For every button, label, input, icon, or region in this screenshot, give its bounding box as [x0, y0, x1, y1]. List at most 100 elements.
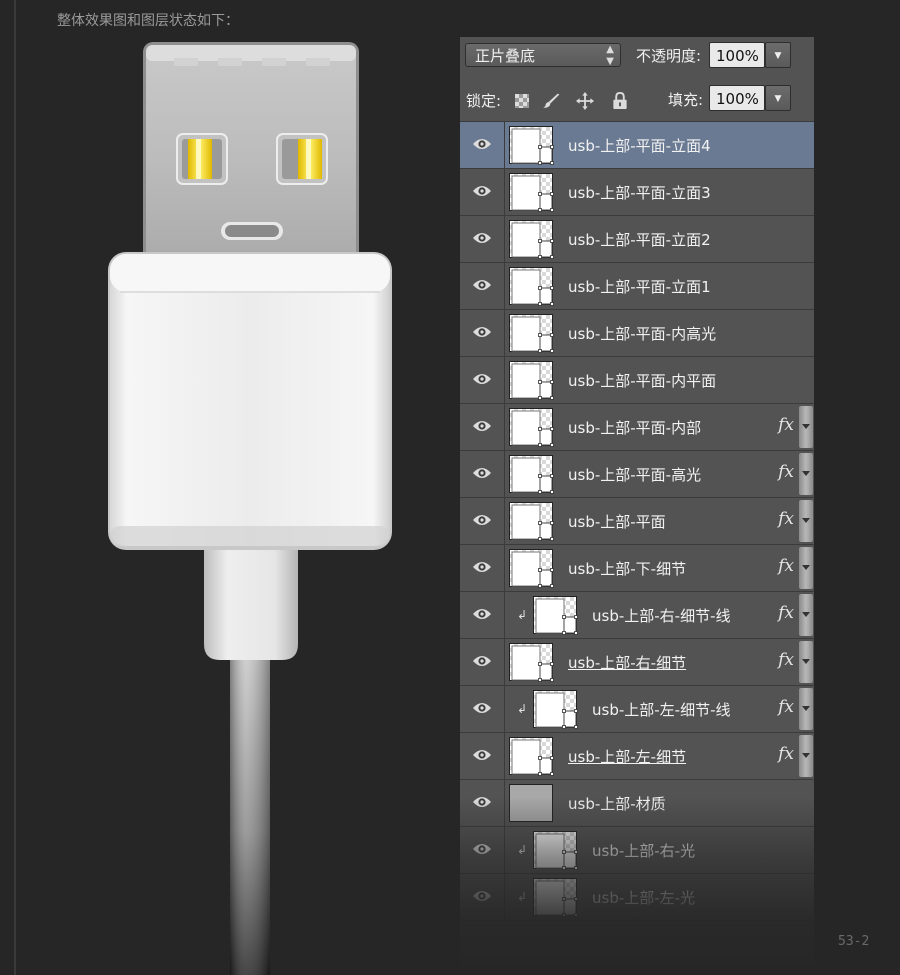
layer-thumbnail: [509, 173, 554, 212]
layer-row[interactable]: usb-上部-材质: [460, 780, 814, 827]
layer-thumbnail: [509, 455, 554, 494]
layer-name: usb-上部-平面-高光: [568, 466, 702, 484]
layer-name: usb-上部-平面-立面1: [568, 278, 711, 296]
visibility-toggle[interactable]: [460, 498, 505, 544]
fill-field[interactable]: 100%: [709, 85, 765, 111]
fx-icon[interactable]: fx: [778, 556, 794, 576]
visibility-toggle[interactable]: [460, 169, 505, 215]
opacity-field[interactable]: 100%: [709, 42, 765, 68]
effects-expand-toggle[interactable]: [799, 406, 813, 448]
fx-icon[interactable]: fx: [778, 650, 794, 670]
layer-row[interactable]: usb-上部-下-细节 fx: [460, 545, 814, 592]
layer-row[interactable]: usb-上部-平面-内部 fx: [460, 404, 814, 451]
layer-thumbnail: [509, 502, 554, 541]
eye-icon: [473, 562, 491, 572]
visibility-toggle[interactable]: [460, 545, 505, 591]
layer-row[interactable]: usb-上部-平面-内高光: [460, 310, 814, 357]
effects-expand-toggle[interactable]: [799, 735, 813, 777]
visibility-toggle[interactable]: [460, 216, 505, 262]
opacity-label: 不透明度:: [636, 47, 702, 65]
layer-row[interactable]: usb-上部-平面-立面1: [460, 263, 814, 310]
effects-expand-toggle[interactable]: [799, 594, 813, 636]
fx-icon[interactable]: fx: [778, 744, 794, 764]
visibility-toggle[interactable]: [460, 404, 505, 450]
layer-row[interactable]: usb-上部-平面-立面4: [460, 122, 814, 169]
layer-thumbnail: [509, 361, 554, 400]
move-lock-icon[interactable]: [576, 92, 594, 110]
eye-icon: [473, 421, 491, 431]
layer-row[interactable]: ↲ usb-上部-左-光: [460, 874, 814, 921]
layer-row[interactable]: usb-上部-平面-内平面: [460, 357, 814, 404]
layer-row[interactable]: ↲ usb-上部-右-光: [460, 827, 814, 874]
layer-row[interactable]: usb-上部-左-细节 fx: [460, 733, 814, 780]
layer-thumbnail: [509, 643, 554, 682]
padlock-icon[interactable]: [611, 92, 629, 110]
eye-icon: [473, 515, 491, 525]
layer-row[interactable]: usb-上部-平面-高光 fx: [460, 451, 814, 498]
fx-icon[interactable]: fx: [778, 603, 794, 623]
fx-icon[interactable]: fx: [778, 462, 794, 482]
layer-thumbnail: [533, 596, 578, 635]
visibility-toggle[interactable]: [460, 780, 505, 826]
layer-row[interactable]: usb-上部-平面-立面2: [460, 216, 814, 263]
effects-expand-toggle[interactable]: [799, 453, 813, 495]
checkerboard-lock-icon[interactable]: [513, 92, 531, 110]
usb-cable-illustration: [108, 42, 392, 975]
fill-label: 填充:: [668, 91, 704, 109]
eye-icon: [473, 233, 491, 243]
visibility-toggle[interactable]: [460, 263, 505, 309]
layer-name: usb-上部-左-细节-线: [592, 701, 731, 719]
blend-mode-select[interactable]: 正片叠底 ▲ ▼: [465, 43, 621, 67]
layer-name: usb-上部-左-光: [592, 889, 696, 907]
visibility-toggle[interactable]: [460, 592, 505, 638]
visibility-toggle[interactable]: [460, 310, 505, 356]
layers-panel: 正片叠底 ▲ ▼ 不透明度: 100% ▼ 锁定: 填充: 100% ▼ usb…: [460, 37, 814, 975]
effects-expand-toggle[interactable]: [799, 641, 813, 683]
effects-expand-toggle[interactable]: [799, 547, 813, 589]
opacity-dropdown-button[interactable]: ▼: [765, 42, 791, 68]
eye-icon: [473, 656, 491, 666]
layer-row[interactable]: usb-上部-右-细节 fx: [460, 639, 814, 686]
layer-thumbnail: [509, 784, 553, 822]
eye-icon: [473, 374, 491, 384]
layer-name: usb-上部-下-细节: [568, 560, 687, 578]
effects-expand-toggle[interactable]: [799, 500, 813, 542]
clipping-arrow-icon: ↲: [517, 843, 528, 857]
layer-thumbnail: [509, 267, 554, 306]
select-arrows-icon: ▲ ▼: [606, 44, 614, 67]
eye-icon: [473, 139, 491, 149]
visibility-toggle[interactable]: [460, 733, 505, 779]
layer-row[interactable]: ↲ usb-上部-左-细节-线 fx: [460, 686, 814, 733]
layer-thumbnail: [509, 408, 554, 447]
visibility-toggle[interactable]: [460, 357, 505, 403]
blend-mode-value: 正片叠底: [475, 47, 536, 65]
fx-icon[interactable]: fx: [778, 415, 794, 435]
visibility-toggle[interactable]: [460, 451, 505, 497]
clipping-arrow-icon: ↲: [517, 608, 528, 622]
visibility-toggle[interactable]: [460, 827, 505, 873]
visibility-toggle[interactable]: [460, 686, 505, 732]
layer-name: usb-上部-右-细节: [568, 654, 687, 672]
visibility-toggle[interactable]: [460, 639, 505, 685]
layer-name: usb-上部-平面-立面3: [568, 184, 711, 202]
visibility-toggle[interactable]: [460, 122, 505, 168]
brush-lock-icon[interactable]: [543, 92, 561, 110]
layer-name: usb-上部-平面-立面2: [568, 231, 711, 249]
visibility-toggle[interactable]: [460, 874, 505, 920]
layer-name: usb-上部-材质: [568, 795, 666, 813]
layer-row[interactable]: usb-上部-平面 fx: [460, 498, 814, 545]
layer-row[interactable]: usb-上部-平面-立面3: [460, 169, 814, 216]
effects-expand-toggle[interactable]: [799, 688, 813, 730]
eye-icon: [473, 327, 491, 337]
lock-label: 锁定:: [466, 92, 502, 110]
fx-icon[interactable]: fx: [778, 697, 794, 717]
fill-dropdown-button[interactable]: ▼: [765, 85, 791, 111]
eye-icon: [473, 703, 491, 713]
fx-icon[interactable]: fx: [778, 509, 794, 529]
eye-icon: [473, 280, 491, 290]
layer-thumbnail: [509, 737, 554, 776]
connector-body: [110, 254, 390, 546]
left-border-line: [14, 0, 16, 975]
clipping-arrow-icon: ↲: [517, 702, 528, 716]
layer-row[interactable]: ↲ usb-上部-右-细节-线 fx: [460, 592, 814, 639]
